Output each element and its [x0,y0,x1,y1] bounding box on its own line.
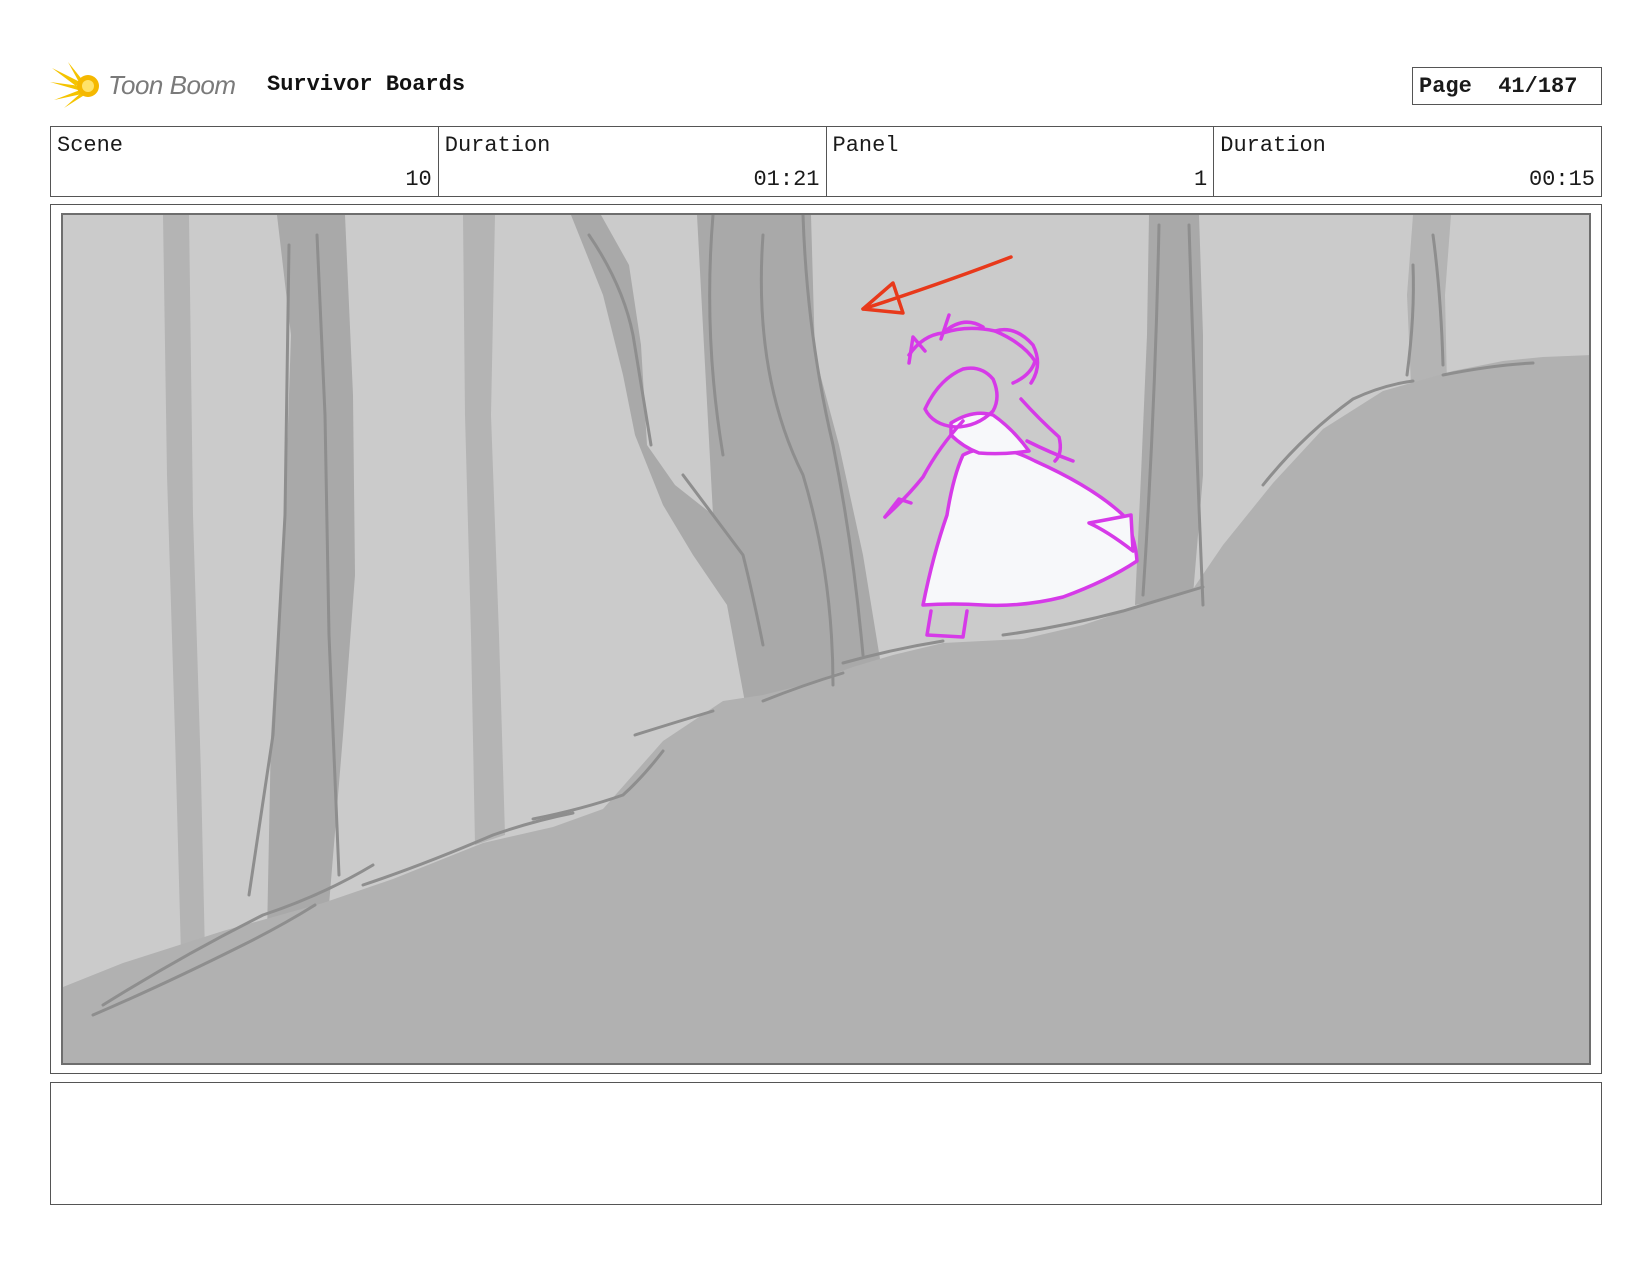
toon-boom-logo: Toon Boom [50,60,236,110]
storyboard-panel-image [61,213,1591,1065]
panel-duration-value: 00:15 [1528,167,1595,192]
project-title: Survivor Boards [267,72,466,97]
scene-label: Scene [57,133,124,158]
storyboard-panel-frame [50,204,1602,1074]
scene-info-table: Scene 10 Duration 01:21 Panel 1 Duration… [50,126,1602,197]
panel-label: Panel [832,133,899,158]
page-indicator: Page 41/187 [1412,67,1602,105]
scene-duration-cell: Duration 01:21 [439,127,827,196]
page-header: Toon Boom Survivor Boards Page 41/187 [50,58,1602,110]
scene-duration-label: Duration [444,133,551,158]
panel-duration-label: Duration [1220,133,1326,158]
page-label: Page [1419,73,1472,99]
scene-value: 10 [405,167,432,192]
panel-notes-box[interactable] [50,1082,1602,1205]
storyboard-drawing [63,215,1589,1063]
panel-duration-cell: Duration 00:15 [1214,127,1601,196]
logo-text: Toon Boom [108,69,236,100]
panel-value: 1 [1194,167,1208,192]
scene-cell: Scene 10 [51,127,439,196]
toon-boom-logo-icon [50,62,99,108]
page-number: 41/187 [1498,73,1578,99]
panel-cell: Panel 1 [827,127,1215,196]
scene-duration-value: 01:21 [753,167,820,192]
